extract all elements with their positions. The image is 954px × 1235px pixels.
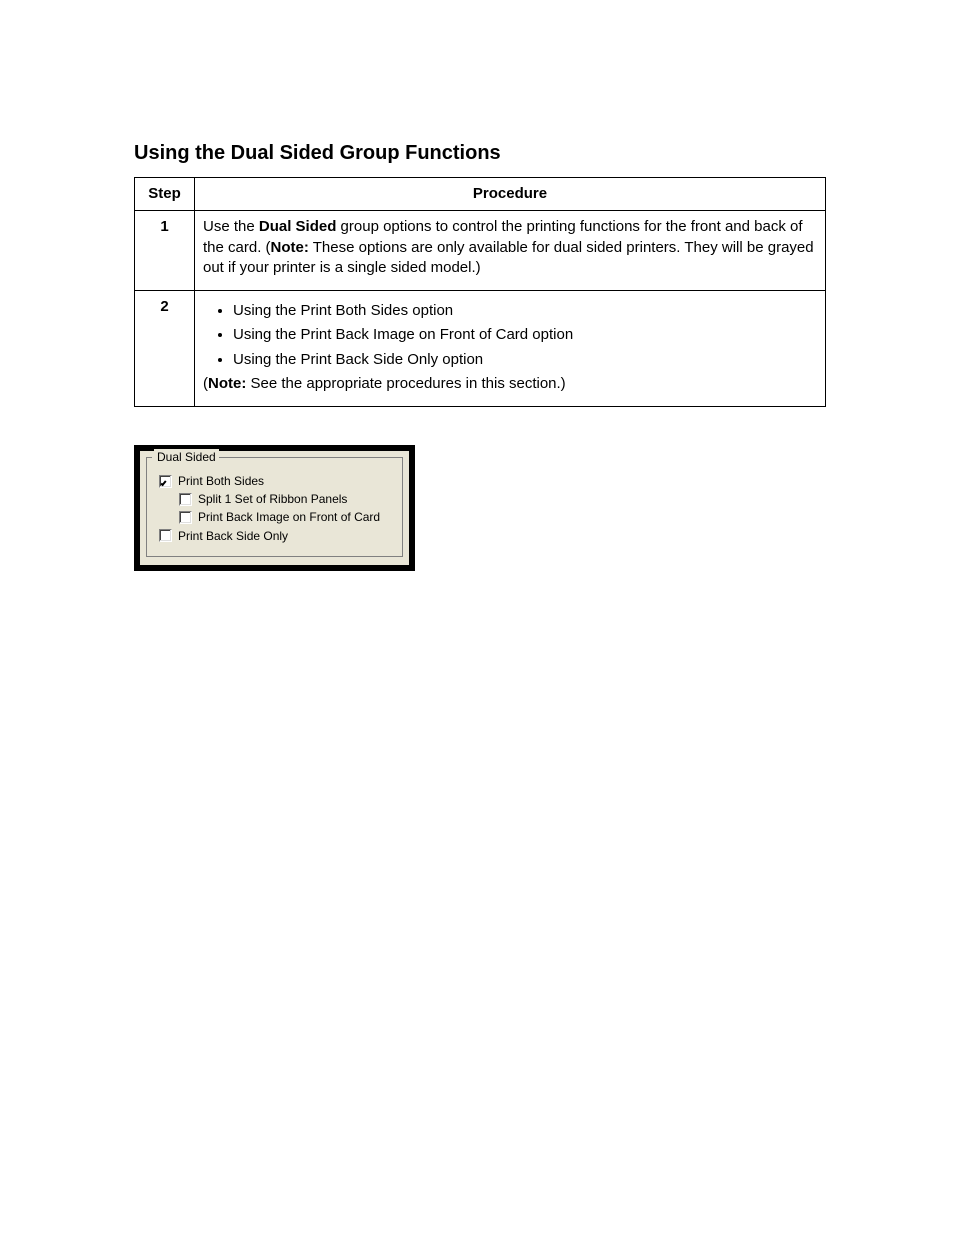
checkbox-label: Print Both Sides [178, 473, 264, 489]
checkbox-label: Print Back Side Only [178, 528, 288, 544]
list-item: Using the Print Back Image on Front of C… [233, 325, 817, 345]
table-row: 2 Using the Print Both Sides option Usin… [135, 291, 826, 407]
section-heading: Using the Dual Sided Group Functions [134, 140, 954, 167]
checkbox-label: Split 1 Set of Ribbon Panels [198, 491, 347, 507]
table-row: 1 Use the Dual Sided group options to co… [135, 211, 826, 291]
list-item: Using the Print Back Side Only option [233, 350, 817, 370]
checkbox-print-both-sides[interactable]: Print Both Sides [155, 473, 394, 489]
procedure-cell: Use the Dual Sided group options to cont… [195, 211, 826, 291]
list-item: Using the Print Both Sides option [233, 301, 817, 321]
checkbox-print-back-on-front[interactable]: Print Back Image on Front of Card [155, 509, 394, 525]
checkbox-icon [159, 529, 172, 542]
procedure-table: Step Procedure 1 Use the Dual Sided grou… [134, 177, 826, 407]
table-header-step: Step [135, 178, 195, 211]
checkbox-icon [179, 511, 192, 524]
checkbox-print-back-only[interactable]: Print Back Side Only [155, 528, 394, 544]
procedure-cell: Using the Print Both Sides option Using … [195, 291, 826, 407]
procedure-bullets: Using the Print Both Sides option Using … [203, 301, 817, 370]
dual-sided-groupbox: Dual Sided Print Both Sides Split 1 Set … [134, 445, 415, 571]
checkbox-icon [159, 475, 172, 488]
step-number: 1 [135, 211, 195, 291]
table-header-procedure: Procedure [195, 178, 826, 211]
checkbox-icon [179, 493, 192, 506]
step-number: 2 [135, 291, 195, 407]
checkbox-label: Print Back Image on Front of Card [198, 509, 380, 525]
checkbox-split-ribbon-panels[interactable]: Split 1 Set of Ribbon Panels [155, 491, 394, 507]
